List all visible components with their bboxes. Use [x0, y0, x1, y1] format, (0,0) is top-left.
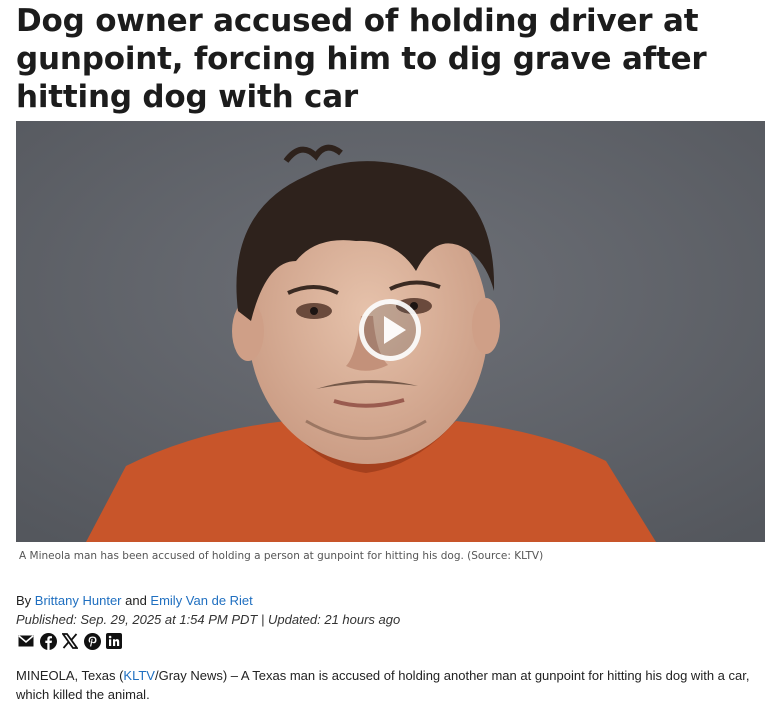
linkedin-icon[interactable]: [105, 632, 123, 650]
lede-dateline: MINEOLA, Texas (: [16, 668, 124, 683]
video-player[interactable]: [16, 121, 765, 542]
byline-joiner: and: [121, 593, 151, 608]
kltv-link[interactable]: KLTV: [123, 668, 155, 683]
author-link-emily-van-de-riet[interactable]: Emily Van de Riet: [150, 593, 252, 608]
play-icon: [384, 316, 406, 344]
author-link-brittany-hunter[interactable]: Brittany Hunter: [35, 593, 122, 608]
pinterest-icon[interactable]: [83, 632, 101, 650]
x-icon[interactable]: [61, 632, 79, 650]
image-caption: A Mineola man has been accused of holdin…: [19, 550, 544, 562]
publish-dates: Published: Sep. 29, 2025 at 1:54 PM PDT …: [16, 612, 401, 627]
share-bar: [17, 632, 123, 650]
article-headline: Dog owner accused of holding driver at g…: [16, 3, 707, 115]
byline-prefix: By: [16, 593, 35, 608]
play-button[interactable]: [359, 299, 421, 361]
facebook-icon[interactable]: [39, 632, 57, 650]
article-lede: MINEOLA, Texas (KLTV/Gray News) – A Texa…: [16, 666, 766, 704]
byline: By Brittany Hunter and Emily Van de Riet: [16, 593, 253, 608]
email-icon[interactable]: [17, 632, 35, 650]
